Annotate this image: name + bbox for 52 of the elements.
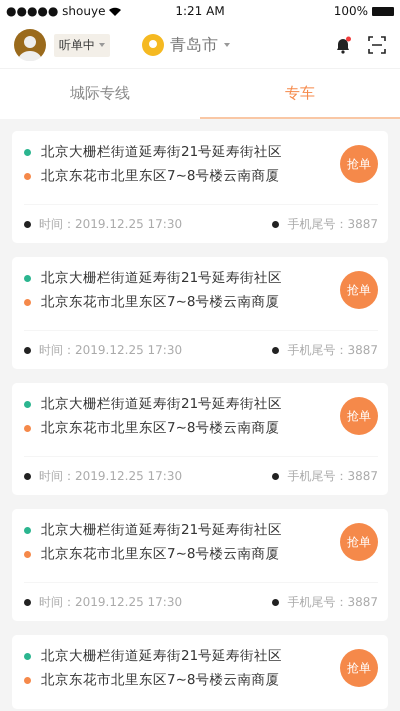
grab-order-button[interactable]: 抢单 (340, 523, 378, 561)
bell-icon[interactable] (334, 36, 352, 54)
order-time: 时间：2019.12.25 17:30 (39, 468, 182, 484)
dropoff-dot (24, 172, 31, 180)
phone-suffix: 手机尾号：3887 (287, 594, 378, 610)
address-text: 北京大栅栏街道延寿街21号延寿街社区 (41, 521, 282, 539)
order-card[interactable]: 北京大栅栏街道延寿街21号延寿街社区 北京东花市北里东区7~8号楼云南商厦 抢单 时间：2019.12.25 17:30 手机尾号：3887 (12, 383, 388, 495)
scan-icon[interactable] (368, 36, 386, 54)
pickup-dot (24, 274, 31, 282)
grab-order-button[interactable]: 抢单 (340, 397, 378, 435)
dropoff-dot (24, 550, 31, 558)
address-text: 北京大栅栏街道延寿街21号延寿街社区 (41, 143, 282, 161)
status-dropdown[interactable]: 听单中 (54, 34, 110, 56)
clock-time: 1:21 AM (175, 4, 225, 18)
phone-suffix: 手机尾号：3887 (287, 468, 378, 484)
address-text: 北京大栅栏街道延寿街21号延寿街社区 (41, 647, 282, 665)
grab-order-button[interactable]: 抢单 (340, 271, 378, 309)
dropoff-dot (24, 298, 31, 306)
city-selector[interactable]: 青岛市 (142, 34, 230, 56)
address-text: 北京东花市北里东区7~8号楼云南商厦 (41, 167, 280, 185)
order-time: 时间：2019.12.25 17:30 (39, 342, 182, 358)
address-text: 北京大栅栏街道延寿街21号延寿街社区 (41, 269, 282, 287)
pickup-dot (24, 148, 31, 156)
address-text: 北京大栅栏街道延寿街21号延寿街社区 (41, 395, 282, 413)
pickup-dot (24, 400, 31, 408)
order-time: 时间：2019.12.25 17:30 (39, 594, 182, 610)
address-text: 北京东花市北里东区7~8号楼云南商厦 (41, 419, 280, 437)
tab[interactable]: 城际专线 (0, 69, 200, 119)
grab-order-button[interactable]: 抢单 (340, 145, 378, 183)
avatar-icon[interactable] (14, 29, 46, 61)
wifi-icon (109, 6, 122, 16)
battery-percent: 100% (334, 4, 368, 18)
pickup-dot (24, 526, 31, 534)
phone-suffix: 手机尾号：3887 (287, 342, 378, 358)
dropoff-dot (24, 676, 31, 684)
order-card[interactable]: 北京大栅栏街道延寿街21号延寿街社区 北京东花市北里东区7~8号楼云南商厦 抢单 时间：2019.12.25 17:30 手机尾号：3887 (12, 257, 388, 369)
order-time: 时间：2019.12.25 17:30 (39, 216, 182, 232)
tab[interactable]: 专车 (200, 69, 400, 119)
carrier-name: ●●●●● shouye (6, 4, 106, 18)
dropoff-dot (24, 424, 31, 432)
phone-suffix: 手机尾号：3887 (287, 216, 378, 232)
battery-icon (372, 6, 394, 16)
caret-icon (224, 43, 230, 47)
pickup-dot (24, 652, 31, 660)
caret-icon (99, 43, 105, 47)
order-card[interactable]: 北京大栅栏街道延寿街21号延寿街社区 北京东花市北里东区7~8号楼云南商厦 抢单 时间：2019.12.25 17:30 手机尾号：3887 (12, 131, 388, 243)
order-card[interactable]: 北京大栅栏街道延寿街21号延寿街社区 北京东花市北里东区7~8号楼云南商厦 抢单 时间：2019.12.25 17:30 手机尾号：3887 (12, 509, 388, 621)
order-card[interactable]: 北京大栅栏街道延寿街21号延寿街社区 北京东花市北里东区7~8号楼云南商厦 抢单 (12, 635, 388, 709)
address-text: 北京东花市北里东区7~8号楼云南商厦 (41, 293, 280, 311)
grab-order-button[interactable]: 抢单 (340, 649, 378, 687)
address-text: 北京东花市北里东区7~8号楼云南商厦 (41, 671, 280, 689)
address-text: 北京东花市北里东区7~8号楼云南商厦 (41, 545, 280, 563)
